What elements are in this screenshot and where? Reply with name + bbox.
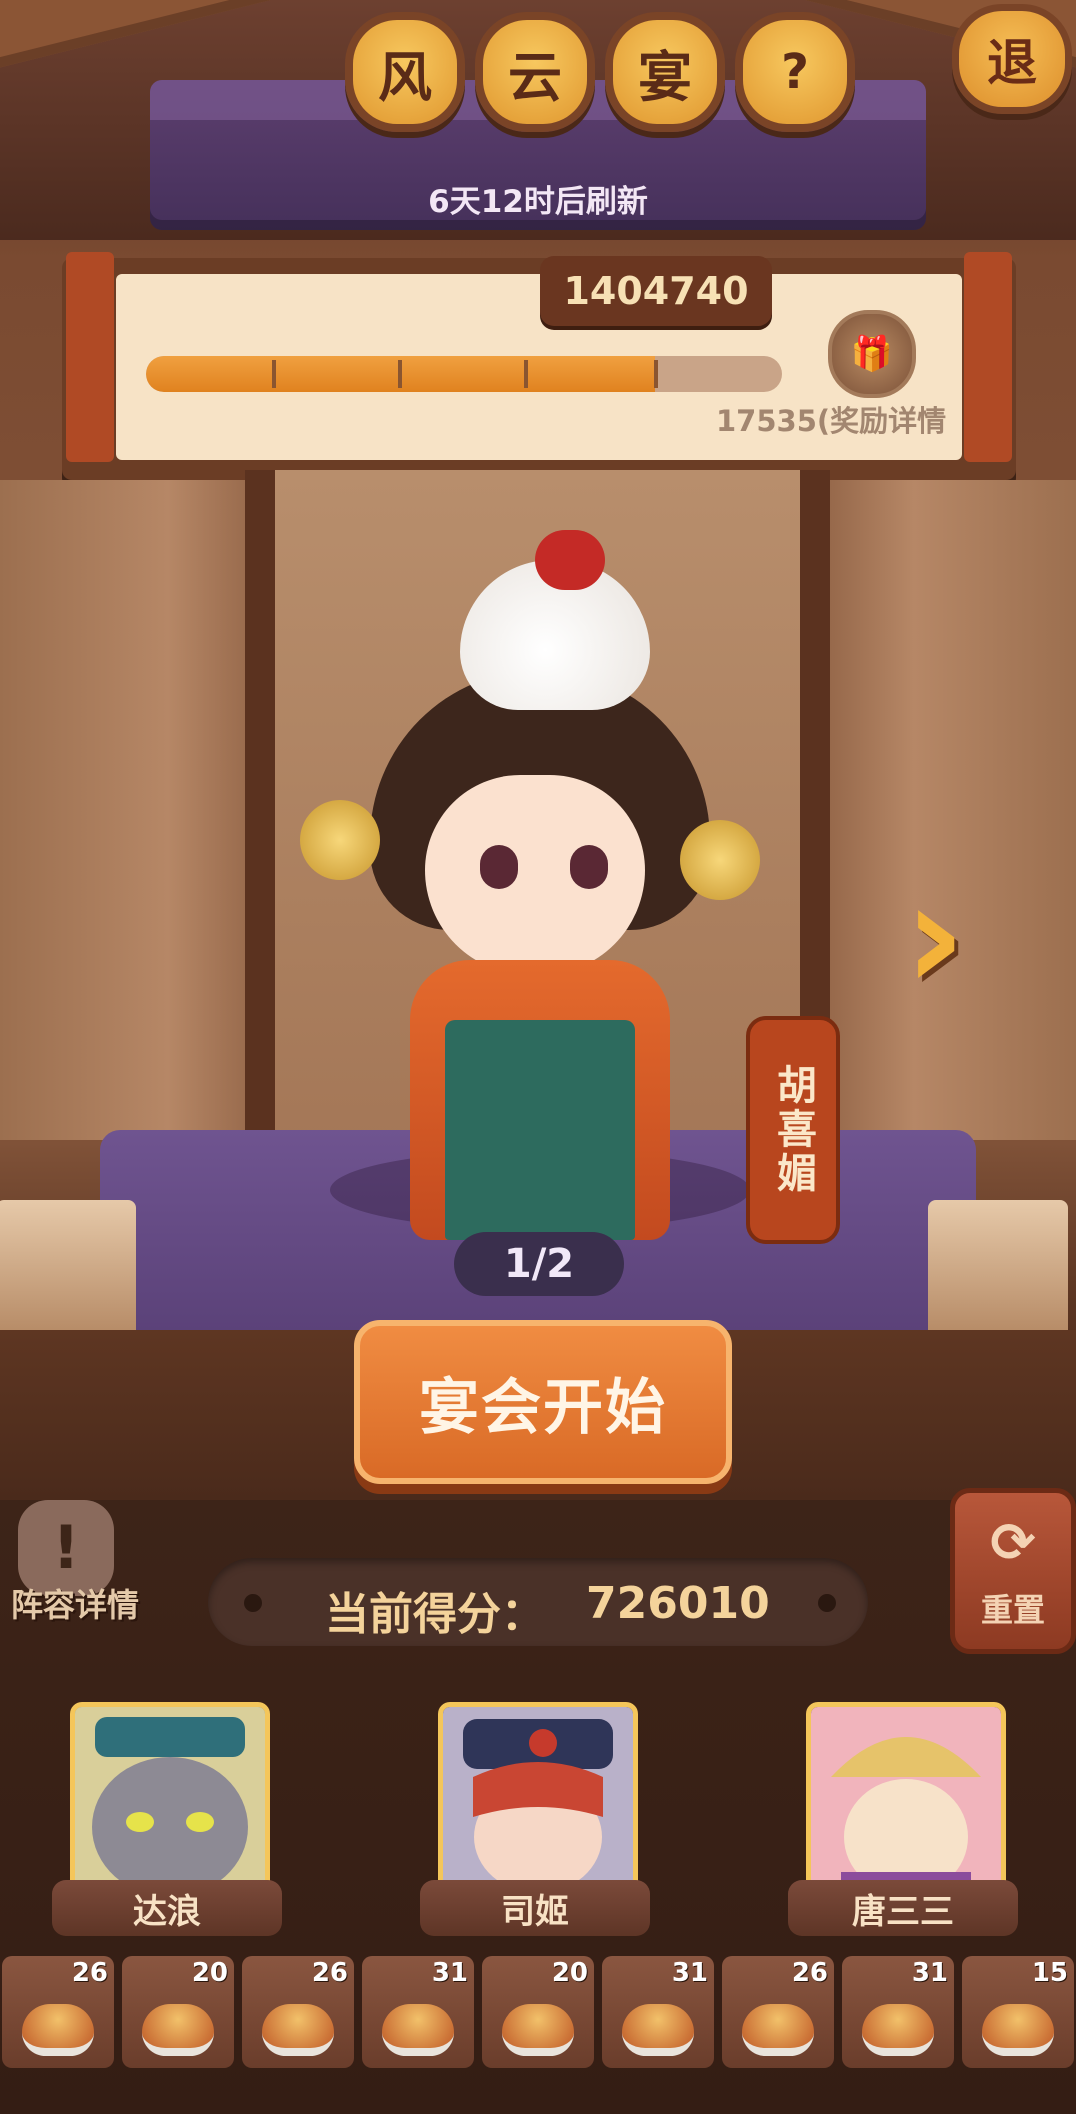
title-char-yan: 宴 — [605, 12, 725, 132]
dish-count: 31 — [911, 1958, 948, 1988]
dish-icon — [862, 2004, 934, 2056]
siji-portrait-icon — [443, 1707, 633, 1897]
scroll-roller-right — [964, 252, 1012, 462]
hair-ornament-left — [300, 800, 380, 880]
target-score: 17535( — [716, 404, 831, 438]
hero-card[interactable]: 唐三三 — [788, 1702, 1018, 1938]
current-score-label: 当前得分： — [325, 1589, 545, 1640]
dish-count: 26 — [791, 1958, 828, 1988]
reset-button[interactable]: ⟳ 重置 — [950, 1488, 1076, 1654]
lineup-details-label: 阵容详情 — [10, 1586, 139, 1624]
progress-bar — [146, 356, 782, 392]
progress-tick — [524, 360, 528, 388]
refresh-timer: 6天12时后刷新 — [428, 184, 648, 220]
lineup-details-button[interactable]: ! 阵容详情 — [0, 1500, 150, 1640]
character-skirt — [445, 1020, 635, 1240]
character-illustration[interactable] — [300, 520, 760, 1240]
title-char-feng: 风 — [345, 12, 465, 132]
hero-name: 达浪 — [52, 1880, 282, 1936]
progress-tick — [272, 360, 276, 388]
stage-post-left — [245, 470, 275, 1130]
dish-slot[interactable]: 26 — [242, 1956, 354, 2068]
dish-count: 31 — [431, 1958, 468, 1988]
reward-details-label: 奖励详情 — [830, 404, 947, 438]
dish-count: 20 — [191, 1958, 228, 1988]
curtain-right — [806, 480, 1076, 1140]
side-stand-left — [0, 1200, 136, 1340]
curtain-left — [0, 480, 280, 1140]
character-name-tag: 胡喜媚 — [746, 1016, 840, 1244]
chevron-right-icon: › — [904, 850, 966, 1024]
dish-icon — [502, 2004, 574, 2056]
dish-count: 15 — [1031, 1958, 1068, 1988]
dish-icon — [982, 2004, 1054, 2056]
hero-card[interactable]: 司姬 — [420, 1702, 650, 1938]
dish-slot[interactable]: 26 — [722, 1956, 834, 2068]
dish-slot[interactable]: 20 — [482, 1956, 594, 2068]
hero-name: 唐三三 — [788, 1880, 1018, 1936]
tang-portrait-icon — [811, 1707, 1001, 1897]
progress-score-tag: 1404740 — [540, 256, 772, 326]
dish-slot[interactable]: 20 — [122, 1956, 234, 2068]
roof-beam-left — [0, 0, 367, 78]
dish-slot[interactable]: 31 — [602, 1956, 714, 2068]
dish-icon — [742, 2004, 814, 2056]
character-eye-right — [570, 845, 608, 889]
dish-slot[interactable]: 15 — [962, 1956, 1074, 2068]
dish-slot[interactable]: 31 — [842, 1956, 954, 2068]
hero-portrait-wolf — [70, 1702, 270, 1902]
chicken-comb — [535, 530, 605, 590]
dish-slot[interactable]: 31 — [362, 1956, 474, 2068]
page-indicator: 1/2 — [454, 1232, 624, 1296]
dish-icon — [142, 2004, 214, 2056]
start-banquet-button[interactable]: 宴会开始 — [354, 1320, 732, 1484]
reset-label: 重置 — [980, 1591, 1045, 1629]
hero-name: 司姬 — [420, 1880, 650, 1936]
exit-button[interactable]: 退 — [952, 4, 1072, 114]
dish-count: 26 — [311, 1958, 348, 1988]
dish-slot[interactable]: 26 — [2, 1956, 114, 2068]
dish-inventory-row: 26 20 26 31 20 31 26 31 15 — [0, 1956, 1076, 2070]
dish-count: 20 — [551, 1958, 588, 1988]
game-screen: 风 云 宴 ? 退 6天12时后刷新 1404740 🎁 17535(奖励详情 — [0, 0, 1076, 2114]
gift-icon: 🎁 — [850, 334, 894, 374]
score-bar-dot — [244, 1594, 262, 1612]
character-face — [425, 775, 645, 975]
dish-icon — [622, 2004, 694, 2056]
hero-portrait-siji — [438, 1702, 638, 1902]
dish-icon — [262, 2004, 334, 2056]
current-score-value: 726010 — [586, 1578, 770, 1629]
side-stand-right — [928, 1200, 1068, 1340]
dish-icon — [382, 2004, 454, 2056]
help-button[interactable]: ? — [735, 12, 855, 132]
dish-count: 26 — [71, 1958, 108, 1988]
reward-details-link[interactable]: 17535(奖励详情 — [716, 398, 946, 440]
score-bar-dot — [818, 1594, 836, 1612]
progress-tick — [398, 360, 402, 388]
hero-card[interactable]: 达浪 — [52, 1702, 282, 1938]
hero-portrait-tang — [806, 1702, 1006, 1902]
scroll-roller-left — [66, 252, 114, 462]
refresh-icon: ⟳ — [990, 1511, 1036, 1574]
title-buttons: 风 云 宴 ? — [345, 12, 855, 132]
character-eye-left — [480, 845, 518, 889]
hair-ornament-right — [680, 820, 760, 900]
wolf-portrait-icon — [75, 1707, 265, 1897]
progress-tick — [654, 360, 658, 388]
dish-count: 31 — [671, 1958, 708, 1988]
title-char-yun: 云 — [475, 12, 595, 132]
reward-medal-button[interactable]: 🎁 — [828, 310, 916, 398]
question-icon: ? — [781, 44, 809, 100]
dish-icon — [22, 2004, 94, 2056]
next-character-button[interactable]: › — [904, 862, 1000, 1012]
